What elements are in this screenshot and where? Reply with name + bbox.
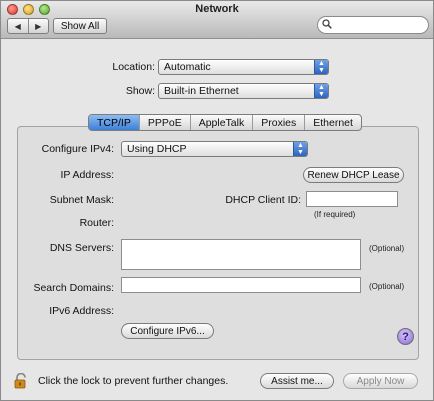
tab-tcpip[interactable]: TCP/IP (89, 115, 139, 130)
location-value: Automatic (164, 61, 211, 73)
help-button[interactable]: ? (397, 328, 414, 345)
tab-ethernet[interactable]: Ethernet (304, 115, 361, 130)
assist-me-button[interactable]: Assist me... (260, 373, 334, 389)
window-title: Network (195, 3, 239, 15)
subnet-mask-label: Subnet Mask: (49, 194, 114, 206)
show-label: Show: (125, 85, 155, 97)
search-domains-field[interactable] (121, 277, 361, 293)
location-label: Location: (112, 61, 155, 73)
back-forward-control: ◀ ▶ (7, 18, 49, 34)
dhcp-client-id-label: DHCP Client ID: (225, 194, 301, 206)
popup-arrows-icon: ▲ ▼ (293, 142, 307, 156)
popup-arrows-icon: ▲ ▼ (314, 84, 328, 98)
network-preferences-window: Network ◀ ▶ Show All Location: Automatic… (0, 0, 434, 401)
tab-bar: TCP/IP PPPoE AppleTalk Proxies Ethernet (88, 114, 362, 131)
show-value: Built-in Ethernet (164, 85, 239, 97)
tab-proxies[interactable]: Proxies (252, 115, 304, 130)
search-optional-note: (Optional) (369, 282, 405, 291)
dns-servers-field[interactable] (121, 239, 361, 270)
titlebar: Network ◀ ▶ Show All (1, 1, 433, 39)
search-domains-label: Search Domains: (33, 282, 114, 294)
configure-ipv4-label: Configure IPv4: (41, 143, 114, 155)
search-field[interactable] (317, 16, 429, 34)
search-icon (322, 19, 332, 29)
apply-now-button[interactable]: Apply Now (343, 373, 418, 389)
configure-ipv6-button[interactable]: Configure IPv6... (121, 323, 214, 339)
router-label: Router: (79, 217, 114, 229)
back-arrow-icon[interactable]: ◀ (8, 19, 28, 33)
dhcp-client-id-field[interactable] (306, 191, 398, 207)
configure-ipv4-value: Using DHCP (127, 143, 187, 155)
ip-address-label: IP Address: (60, 169, 114, 181)
lock-instruction-text: Click the lock to prevent further change… (38, 375, 229, 387)
dns-optional-note: (Optional) (369, 244, 405, 253)
configure-ipv4-popup[interactable]: Using DHCP ▲ ▼ (121, 141, 308, 157)
tab-appletalk[interactable]: AppleTalk (189, 115, 253, 130)
forward-arrow-icon[interactable]: ▶ (27, 19, 49, 33)
show-popup[interactable]: Built-in Ethernet ▲ ▼ (158, 83, 329, 99)
show-all-button[interactable]: Show All (53, 18, 107, 34)
dns-servers-label: DNS Servers: (49, 242, 114, 254)
location-popup[interactable]: Automatic ▲ ▼ (158, 59, 329, 75)
ipv6-address-label: IPv6 Address: (49, 305, 114, 317)
renew-dhcp-lease-button[interactable]: Renew DHCP Lease (303, 167, 404, 183)
lock-icon[interactable] (14, 373, 28, 389)
popup-arrows-icon: ▲ ▼ (314, 60, 328, 74)
tab-pppoe[interactable]: PPPoE (138, 115, 190, 130)
if-required-note: (If required) (314, 210, 356, 219)
